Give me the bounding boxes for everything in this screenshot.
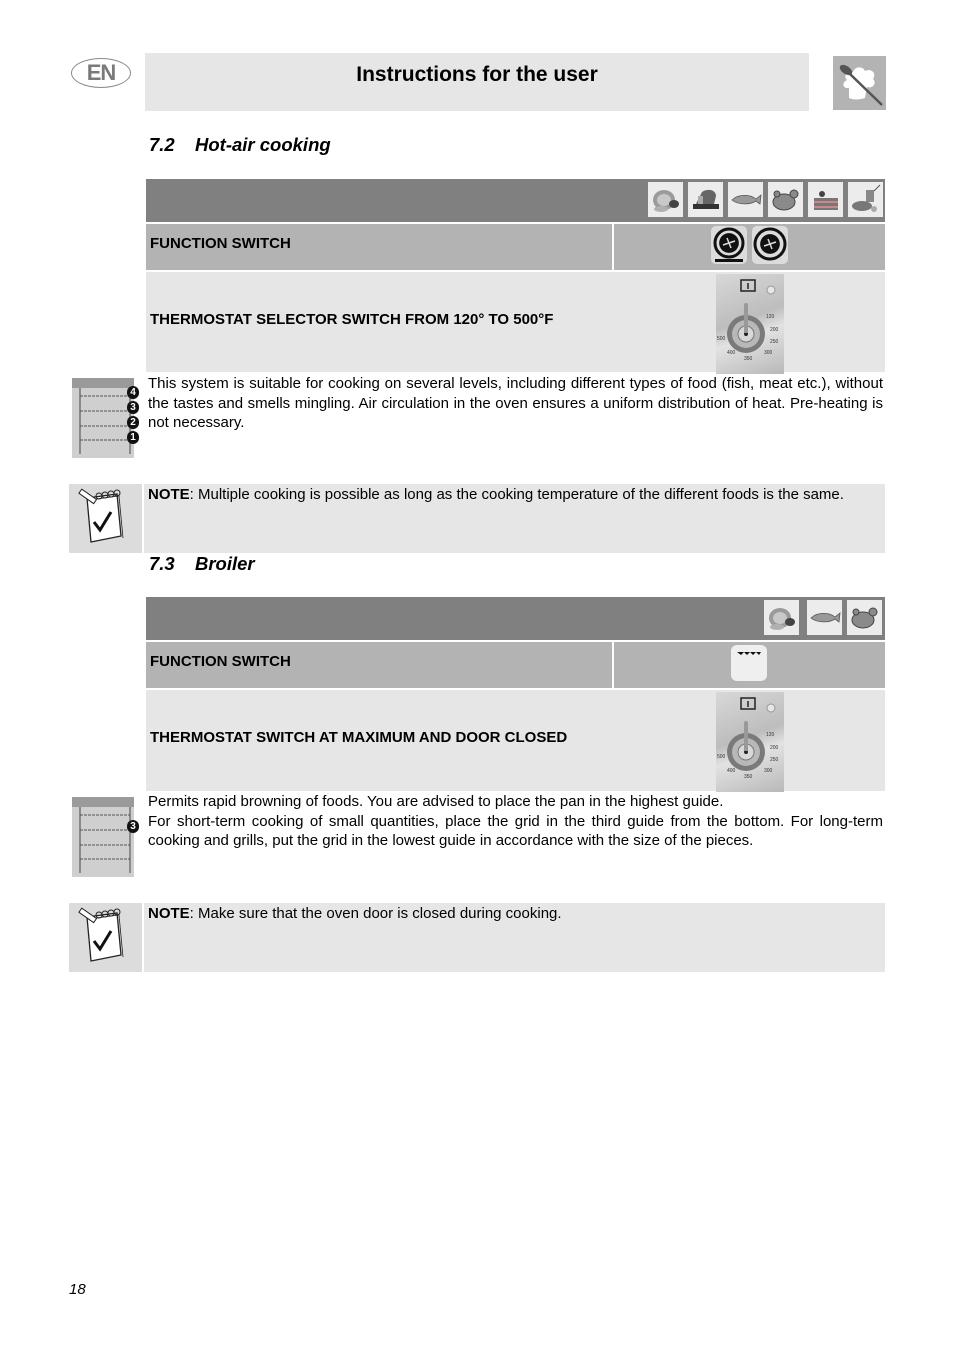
svg-text:200: 200 bbox=[770, 327, 779, 333]
rack-level-badge: 1 bbox=[127, 431, 139, 444]
oven-rack-level-image bbox=[72, 797, 137, 877]
notepad-check-icon bbox=[69, 484, 144, 553]
svg-text:500: 500 bbox=[717, 336, 726, 342]
section-title: Broiler bbox=[195, 553, 255, 574]
svg-text:500: 500 bbox=[717, 754, 726, 760]
meat-icon bbox=[648, 182, 683, 217]
section-number: 7.3 bbox=[149, 553, 175, 574]
svg-text:250: 250 bbox=[770, 339, 779, 345]
paragraph: For short-term cooking of small quantiti… bbox=[148, 812, 883, 850]
rack-level-badges: 4 3 2 1 bbox=[127, 386, 139, 444]
note-label: NOTE bbox=[148, 486, 190, 503]
cake-icon bbox=[808, 182, 843, 217]
bread-icon bbox=[688, 182, 723, 217]
note-body: : Make sure that the oven door is closed… bbox=[189, 905, 562, 922]
hot-air-description: This system is suitable for cooking on s… bbox=[148, 374, 883, 433]
rack-level-badge: 2 bbox=[127, 416, 139, 429]
thermostat-label: THERMOSTAT SELECTOR SWITCH FROM 120° TO … bbox=[150, 311, 554, 328]
svg-text:400: 400 bbox=[727, 768, 736, 774]
thermostat-dial-icon: 120 200 250 300 350 400 500 bbox=[716, 274, 784, 374]
svg-text:350: 350 bbox=[744, 774, 753, 780]
function-switch-label: FUNCTION SWITCH bbox=[150, 653, 291, 670]
section-heading-hot-air: 7.2 Hot-air cooking bbox=[149, 134, 331, 156]
note-body: : Multiple cooking is possible as long a… bbox=[189, 486, 844, 503]
note-box: NOTE: Multiple cooking is possible as lo… bbox=[69, 484, 885, 553]
svg-text:200: 200 bbox=[770, 745, 779, 751]
svg-text:250: 250 bbox=[770, 757, 779, 763]
thermostat-dial-icon: 120 200 250 300 350 400 500 bbox=[716, 692, 784, 792]
note-box: NOTE: Make sure that the oven door is cl… bbox=[69, 903, 885, 972]
rack-level-badge: 3 bbox=[127, 820, 139, 833]
page-title: Instructions for the user bbox=[356, 63, 598, 86]
svg-text:300: 300 bbox=[764, 350, 773, 356]
paragraph: This system is suitable for cooking on s… bbox=[148, 375, 883, 431]
notepad-check-icon bbox=[69, 903, 144, 972]
section-number: 7.2 bbox=[149, 134, 175, 155]
fan-icon bbox=[752, 226, 788, 264]
function-switch-label: FUNCTION SWITCH bbox=[150, 235, 291, 252]
chef-hat-spoon-icon bbox=[833, 56, 886, 110]
language-badge: EN bbox=[71, 58, 131, 88]
fan-with-bottom-heater-icon bbox=[711, 226, 747, 264]
paragraph: Permits rapid browning of foods. You are… bbox=[148, 793, 724, 810]
rack-level-badge: 4 bbox=[127, 386, 139, 399]
svg-text:300: 300 bbox=[764, 768, 773, 774]
fish-icon bbox=[728, 182, 763, 217]
svg-text:120: 120 bbox=[766, 314, 775, 320]
poultry-icon bbox=[768, 182, 803, 217]
section-heading-broiler: 7.3 Broiler bbox=[149, 553, 255, 575]
fish-icon bbox=[807, 600, 842, 635]
note-text: NOTE: Make sure that the oven door is cl… bbox=[148, 904, 562, 923]
rack-level-badge: 3 bbox=[127, 401, 139, 414]
note-label: NOTE bbox=[148, 905, 190, 922]
svg-text:400: 400 bbox=[727, 350, 736, 356]
svg-text:350: 350 bbox=[744, 356, 753, 362]
note-text: NOTE: Multiple cooking is possible as lo… bbox=[148, 485, 844, 504]
poultry-icon bbox=[847, 600, 882, 635]
function-switch-row: FUNCTION SWITCH bbox=[146, 642, 885, 688]
broiler-description: Permits rapid browning of foods. You are… bbox=[148, 792, 883, 851]
thermostat-label: THERMOSTAT SWITCH AT MAXIMUM AND DOOR CL… bbox=[150, 729, 568, 746]
section-title: Hot-air cooking bbox=[195, 134, 331, 155]
meat-icon bbox=[764, 600, 799, 635]
vegetables-icon bbox=[848, 182, 883, 217]
svg-text:120: 120 bbox=[766, 732, 775, 738]
page-number: 18 bbox=[69, 1281, 86, 1298]
broiler-element-icon bbox=[731, 645, 767, 681]
